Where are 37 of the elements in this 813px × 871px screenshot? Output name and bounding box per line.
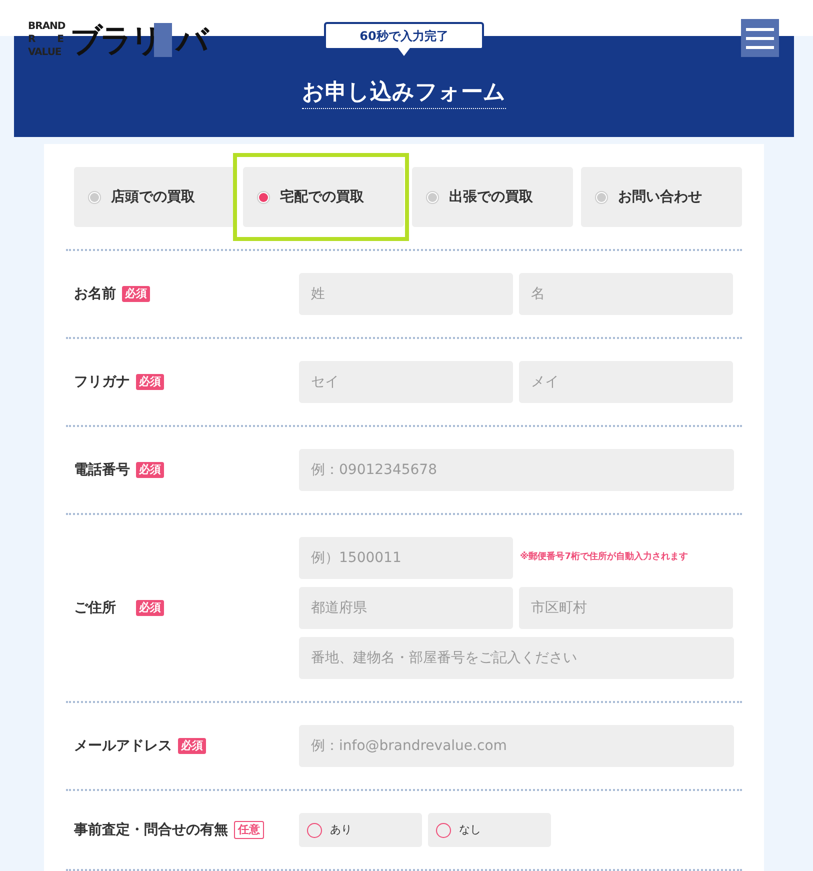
required-badge: 必須 xyxy=(136,374,164,390)
logo-text: VALUE xyxy=(28,46,62,59)
page-title: お申し込みフォーム xyxy=(302,78,506,109)
field-label: お名前 xyxy=(74,284,116,304)
input-field[interactable]: 都道府県 xyxy=(299,587,513,629)
bubble-tail-icon xyxy=(398,48,410,56)
option-tab[interactable]: 出張での買取 xyxy=(412,167,573,227)
field-label: ご住所 xyxy=(74,598,116,618)
input-field[interactable]: メイ xyxy=(519,361,733,403)
option-tab[interactable]: 宅配での買取 xyxy=(243,167,404,227)
radio-option[interactable]: なし xyxy=(428,813,551,847)
option-tab[interactable]: お問い合わせ xyxy=(581,167,742,227)
logo-text: BRAND xyxy=(28,20,64,33)
hint-text: ※郵便番号7桁で住所が自動入力されます xyxy=(520,551,688,564)
input-field[interactable]: 市区町村 xyxy=(519,587,733,629)
input-field[interactable]: 番地、建物名・部屋番号をご記入ください xyxy=(299,637,734,679)
menu-button[interactable] xyxy=(741,19,779,57)
speech-bubble: 60秒で入力完了 xyxy=(324,22,484,50)
required-badge: 必須 xyxy=(178,738,206,754)
input-field[interactable]: 名 xyxy=(519,273,733,315)
logo-text: E xyxy=(57,33,64,46)
input-field[interactable]: 例：09012345678 xyxy=(299,449,734,491)
input-field[interactable]: 例）1500011 xyxy=(299,537,513,579)
field-label: 電話番号 xyxy=(74,460,130,480)
required-badge: 必須 xyxy=(122,286,150,302)
input-field[interactable]: 姓 xyxy=(299,273,513,315)
field-label: フリガナ xyxy=(74,372,130,392)
logo-text: R xyxy=(28,33,36,46)
option-tab[interactable]: 店頭での買取 xyxy=(74,167,235,227)
radio-option[interactable]: あり xyxy=(299,813,422,847)
field-label: メールアドレス xyxy=(74,736,172,756)
required-badge: 必須 xyxy=(136,600,164,616)
required-badge: 必須 xyxy=(136,462,164,478)
input-field[interactable]: 例：info@brandrevalue.com xyxy=(299,725,734,767)
input-field[interactable]: セイ xyxy=(299,361,513,403)
optional-badge: 任意 xyxy=(234,821,264,839)
field-label: 事前査定・問合せの有無 xyxy=(74,820,228,840)
